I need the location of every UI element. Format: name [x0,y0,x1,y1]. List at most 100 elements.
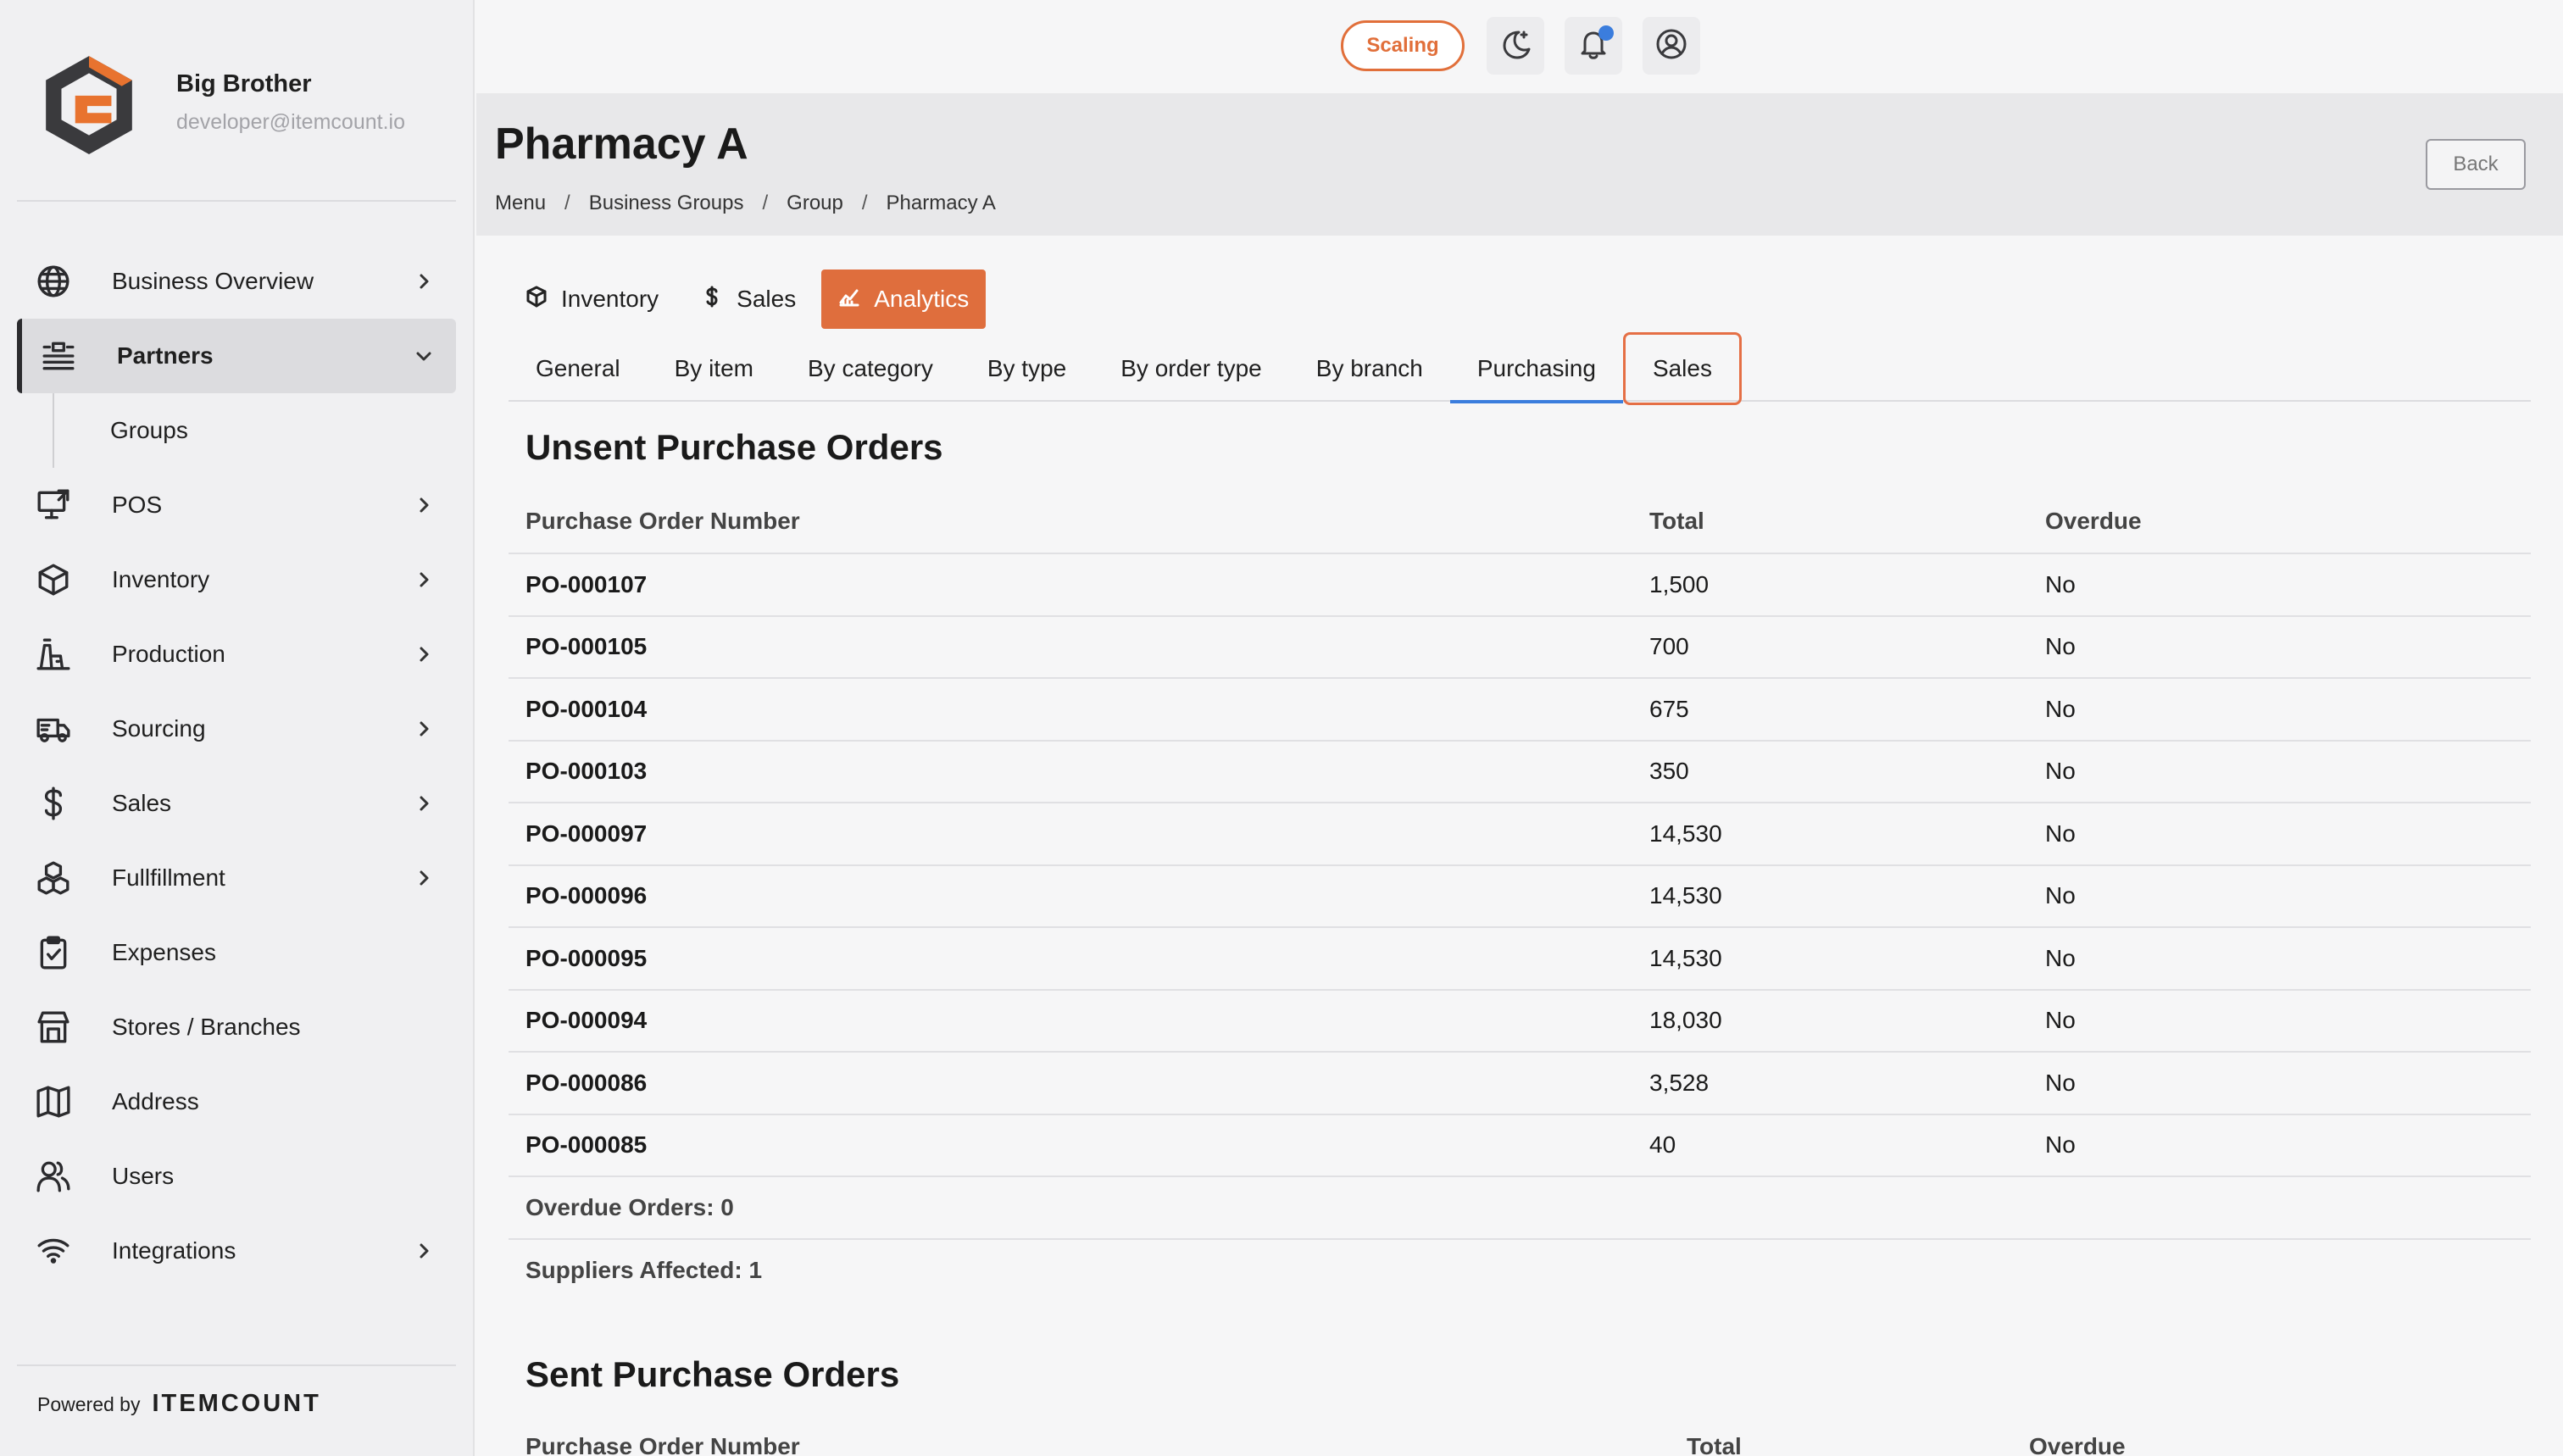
chart-icon [838,286,874,314]
sidebar-item-label: Fullfillment [112,864,225,891]
tab-by-branch[interactable]: By branch [1289,336,1450,402]
notifications-button[interactable] [1565,17,1622,75]
sidebar-item-address[interactable]: Address [17,1064,456,1139]
sidebar-item-sales[interactable]: Sales [17,766,456,841]
sidebar-item-label: Sourcing [112,715,206,742]
map-icon [34,1082,73,1121]
po-overdue: No [2045,820,2076,847]
sidebar-item-label: POS [112,492,163,518]
chevron-right-icon [414,1241,434,1261]
sidebar: Big Brother developer@itemcount.io Busin… [0,0,475,1456]
tab-by-item[interactable]: By item [648,336,781,402]
sidebar-item-expenses[interactable]: Expenses [17,915,456,990]
sidebar-item-users[interactable]: Users [17,1139,456,1214]
table-header: Purchase Order Number Total Overdue [509,490,2531,554]
sidebar-item-partners[interactable]: Partners [17,319,456,393]
po-number: PO-000107 [525,570,648,597]
po-overdue: No [2045,944,2076,971]
sidebar-submenu: Groups [17,393,456,468]
sidebar-item-integrations[interactable]: Integrations [17,1214,456,1288]
po-overdue: No [2045,1007,2076,1034]
tab-general[interactable]: General [509,336,648,402]
sidebar-item-label: Stores / Branches [112,1014,301,1040]
table-row[interactable]: PO-000085 40 No [509,1115,2531,1177]
table-row[interactable]: PO-000103 350 No [509,742,2531,803]
column-header: Total [1687,1433,1742,1456]
factory-icon [34,635,73,674]
sidebar-item-fullfillment[interactable]: Fullfillment [17,841,456,915]
po-total: 14,530 [1649,882,1722,909]
tab-sales[interactable]: Sales [1622,332,1742,405]
breadcrumb-item[interactable]: Group [787,192,843,215]
column-header: Overdue [2045,508,2142,534]
sidebar-nav: Business Overview Partners Groups POS In… [17,244,456,1288]
sidebar-item-label: Expenses [112,939,216,965]
analytics-tabs: General By item By category By type By o… [509,332,2531,405]
po-overdue: No [2045,1069,2076,1096]
sidebar-item-label: Address [112,1088,199,1114]
po-total: 1,500 [1649,570,1710,597]
partners-icon [39,336,78,375]
table-row[interactable]: PO-000095 14,530 No [509,928,2531,991]
breadcrumb-current: Pharmacy A [886,192,996,214]
sidebar-item-label: Sales [112,790,172,816]
module-analytics[interactable]: Analytics [821,270,987,329]
sidebar-item-stores-branches[interactable]: Stores / Branches [17,990,456,1064]
sidebar-item-sourcing[interactable]: Sourcing [17,692,456,766]
module-label: Inventory [561,286,659,312]
breadcrumb-item[interactable]: Menu [495,192,546,215]
table-row[interactable]: PO-000094 18,030 No [509,991,2531,1053]
back-button[interactable]: Back [2426,139,2526,190]
table-row[interactable]: PO-000104 675 No [509,679,2531,742]
module-inventory[interactable]: Inventory [509,270,675,329]
wifi-icon [34,1231,73,1270]
tab-by-type[interactable]: By type [960,336,1093,402]
globe-icon [34,262,73,301]
breadcrumb-separator: / [762,192,769,214]
table-row[interactable]: PO-000107 1,500 No [509,554,2531,617]
scaling-badge[interactable]: Scaling [1341,20,1465,71]
sidebar-divider [17,200,456,202]
table-row[interactable]: PO-000105 700 No [509,617,2531,679]
clipboard-icon [34,933,73,972]
theme-toggle-button[interactable] [1487,17,1544,75]
sent-orders-table: Purchase Order Number Total Overdue [509,1415,2531,1456]
po-total: 3,528 [1649,1069,1710,1096]
unsent-orders-title: Unsent Purchase Orders [525,427,943,467]
user-circle-icon [1654,27,1688,65]
sidebar-item-production[interactable]: Production [17,617,456,692]
brand[interactable]: Big Brother developer@itemcount.io [37,51,405,154]
po-number: PO-000085 [525,1131,648,1159]
po-number: PO-000105 [525,633,648,660]
table-row[interactable]: PO-000097 14,530 No [509,803,2531,866]
powered-by: Powered by ITEMCOUNT [37,1390,321,1418]
breadcrumb-item[interactable]: Business Groups [589,192,744,215]
boxes-icon [34,859,73,897]
brand-logo [37,51,141,154]
breadcrumb: Menu / Business Groups / Group / Pharmac… [495,192,996,215]
po-overdue: No [2045,1131,2076,1159]
tab-by-category[interactable]: By category [781,336,960,402]
sidebar-item-inventory[interactable]: Inventory [17,542,456,617]
chevron-right-icon [414,570,434,590]
table-row[interactable]: PO-000096 14,530 No [509,866,2531,928]
box-icon [34,560,73,599]
topbar: Scaling [476,0,2563,93]
sidebar-item-label: Integrations [112,1237,236,1264]
column-header: Total [1649,508,1704,534]
module-sales[interactable]: Sales [684,270,813,329]
po-number: PO-000104 [525,695,648,722]
sidebar-item-business-overview[interactable]: Business Overview [17,244,456,319]
sidebar-subitem-groups[interactable]: Groups [110,417,188,444]
tab-purchasing[interactable]: Purchasing [1449,336,1624,403]
tab-by-order-type[interactable]: By order type [1093,336,1289,402]
pos-icon [34,486,73,525]
truck-icon [34,709,73,748]
sidebar-item-pos[interactable]: POS [17,468,456,542]
sidebar-item-label: Inventory [112,566,210,592]
notification-dot [1598,25,1614,41]
account-button[interactable] [1643,17,1700,75]
module-switcher: Inventory Sales Analytics [509,270,994,329]
table-row[interactable]: PO-000086 3,528 No [509,1053,2531,1115]
po-number: PO-000086 [525,1069,648,1096]
